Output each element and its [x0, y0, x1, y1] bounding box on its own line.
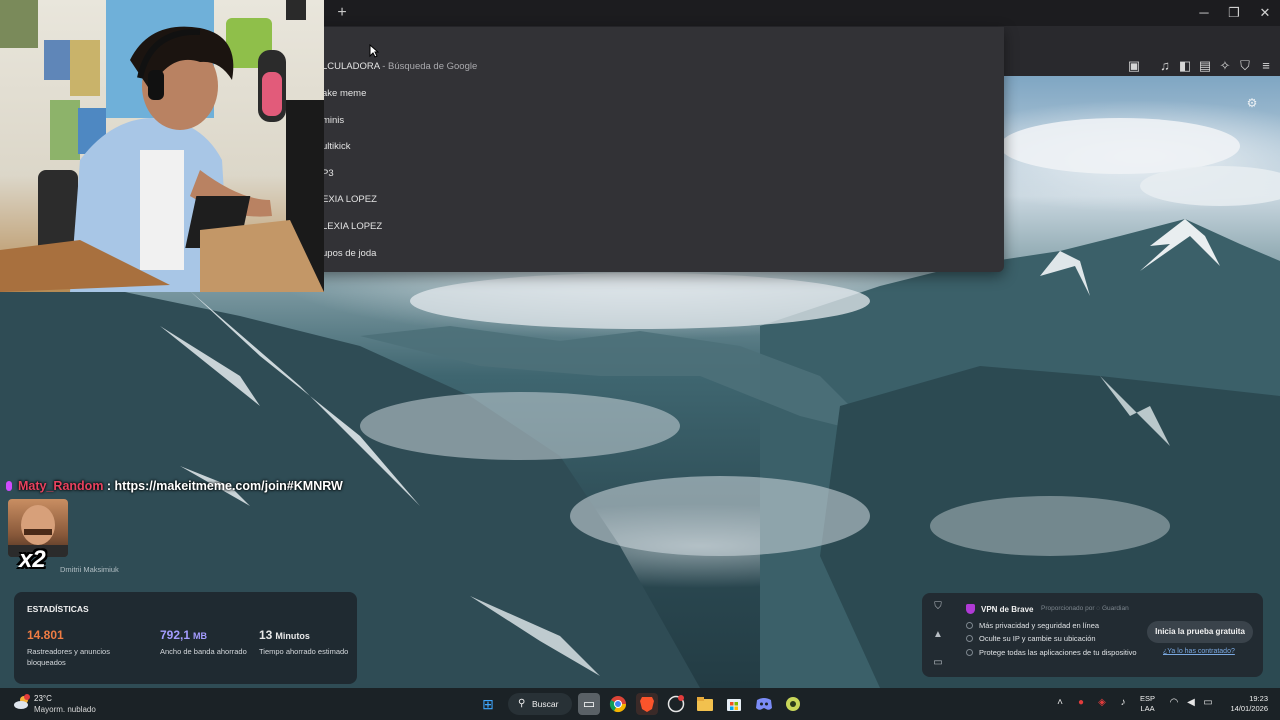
chat-message: Maty_Random : https://makeitmeme.com/joi… [6, 479, 343, 495]
vpn-feature: Oculte su IP y cambie su ubicación [966, 634, 1096, 643]
brave-icon[interactable] [636, 693, 658, 715]
suggestion-text: ake meme [322, 88, 367, 99]
vpn-title: VPN de Brave [981, 605, 1034, 614]
shield-icon[interactable]: ⛉ [932, 601, 944, 613]
app-icon[interactable] [782, 693, 804, 715]
vpn-feature: Protege todas las aplicaciones de tu dis… [966, 648, 1137, 657]
stat-value: 14.801 [27, 628, 64, 642]
sidebar-icon[interactable]: ◧ [1177, 58, 1193, 74]
obs-icon[interactable] [665, 693, 687, 715]
clock-date: 14/01/2026 [1230, 704, 1268, 713]
taskbar: 23°C Mayorm. nublado ⊞ ⚲ Buscar ▭ ˄ ● ◈ ♪… [0, 688, 1280, 720]
stat-value: 13 [259, 628, 273, 642]
restore-button[interactable]: ❐ [1225, 4, 1243, 22]
screenshot-icon[interactable]: ▣ [1126, 58, 1142, 74]
wallet-icon[interactable]: ▤ [1197, 58, 1213, 74]
chat-separator: : [103, 479, 115, 493]
stat-unit: MB [193, 631, 208, 641]
chat-text: https://makeitmeme.com/join#KMNRW [114, 479, 343, 493]
already-subscribed-link[interactable]: ¿Ya lo has contratado? [1163, 648, 1235, 655]
stat-value: 792,1 [160, 628, 191, 642]
video-icon[interactable]: ▭ [932, 657, 944, 669]
leo-ai-icon[interactable]: ✧ [1217, 58, 1233, 74]
file-explorer-icon[interactable] [694, 693, 716, 715]
weather-temperature[interactable]: 23°C [34, 694, 52, 703]
suggestion-text: EXIA LOPEZ [322, 194, 377, 205]
weather-description[interactable]: Mayorm. nublado [34, 705, 96, 714]
wifi-icon[interactable]: ◠ [1167, 696, 1181, 710]
task-view-icon[interactable]: ▭ [578, 693, 600, 715]
new-tab-button[interactable]: + [334, 4, 350, 22]
microphone-icon[interactable]: ♪ [1116, 696, 1130, 710]
suggestion-subtext: - Búsqueda de Google [382, 61, 478, 72]
search-label: Buscar [532, 699, 559, 709]
stats-title: ESTADÍSTICAS [27, 604, 89, 614]
weather-cloud-icon[interactable] [12, 693, 32, 713]
language-indicator[interactable]: ESP LAA [1140, 694, 1155, 714]
card-sidebar: ⛉ ▲ ▭ [922, 593, 954, 677]
check-icon [966, 622, 973, 629]
tray-app-icon[interactable]: ◈ [1095, 696, 1109, 710]
suggestion-item[interactable]: LCULADORA - Búsqueda de Google [322, 56, 477, 78]
suggestion-item[interactable]: ake meme [322, 83, 366, 105]
minimize-button[interactable]: ─ [1195, 4, 1213, 22]
mic-icon [6, 481, 12, 491]
vpn-feature: Más privacidad y seguridad en línea [966, 621, 1099, 630]
suggestion-item[interactable]: LEXIA LOPEZ [322, 216, 382, 238]
vpn-shield-icon[interactable]: ⛉ [1237, 58, 1253, 74]
chrome-icon[interactable] [607, 693, 629, 715]
vpn-feature-text: Más privacidad y seguridad en línea [979, 621, 1100, 630]
language-code: ESP [1140, 694, 1156, 703]
discord-icon[interactable] [753, 693, 775, 715]
start-trial-button[interactable]: Inicia la prueba gratuita [1147, 621, 1253, 643]
suggestion-item[interactable]: ultikick [322, 136, 351, 158]
close-button[interactable]: ✕ [1256, 4, 1274, 22]
taskbar-search[interactable]: ⚲ Buscar [508, 693, 572, 715]
stat-unit: Minutos [275, 631, 310, 641]
tray-app-icon[interactable]: ● [1074, 696, 1088, 710]
microsoft-store-icon[interactable] [723, 693, 745, 715]
vpn-feature-text: Oculte su IP y cambie su ubicación [979, 634, 1096, 643]
stat-label: Tiempo ahorrado estimado [259, 647, 349, 656]
stat-label: Rastreadores y anuncios bloqueados [27, 647, 110, 667]
check-icon [966, 635, 973, 642]
mouse-cursor-icon [369, 44, 379, 58]
stat-time: 13 Minutos Tiempo ahorrado estimado [259, 626, 351, 658]
meme-multiplier: x2 [19, 546, 46, 573]
stat-trackers: 14.801 Rastreadores y anuncios bloqueado… [27, 626, 119, 668]
start-button[interactable]: ⊞ [477, 693, 499, 715]
stat-label: Ancho de banda ahorrado [160, 647, 247, 656]
suggestion-item[interactable]: minis [322, 110, 344, 132]
vpn-provider: Proporcionado por ◌ Guardian [1041, 605, 1129, 612]
suggestion-item[interactable]: EXIA LOPEZ [322, 189, 377, 211]
photo-credit: Dmitrii Maksimiuk [60, 565, 119, 574]
chevron-up-icon[interactable]: ˄ [1053, 696, 1067, 710]
suggestion-item[interactable]: upos de joda [322, 243, 376, 265]
suggestion-text: LCULADORA [322, 61, 380, 72]
music-icon[interactable]: ♫ [1157, 58, 1173, 74]
vpn-logo-icon [966, 604, 975, 614]
clock-time: 19:23 [1249, 694, 1268, 703]
warning-icon[interactable]: ▲ [932, 629, 944, 641]
check-icon [966, 649, 973, 656]
keyboard-layout: LAA [1140, 704, 1155, 713]
suggestion-text: ultikick [322, 141, 351, 152]
system-clock[interactable]: 19:23 14/01/2026 [1224, 694, 1268, 714]
stat-bandwidth: 792,1 MB Ancho de banda ahorrado [160, 626, 252, 658]
webcam-feed [0, 0, 324, 292]
search-icon: ⚲ [518, 698, 526, 709]
stats-widget: ESTADÍSTICAS 14.801 Rastreadores y anunc… [14, 592, 357, 684]
menu-icon[interactable]: ≡ [1258, 58, 1274, 74]
omnibox-suggestions: LCULADORA - Búsqueda de Google ake meme … [300, 27, 1004, 272]
chat-username: Maty_Random [18, 479, 104, 493]
volume-icon[interactable]: ◀ [1184, 696, 1198, 710]
suggestion-text: upos de joda [322, 248, 377, 259]
vpn-promo-card: ⛉ ▲ ▭ VPN de Brave Proporcionado por ◌ G… [922, 593, 1263, 677]
gear-icon[interactable]: ⚙ [1245, 96, 1259, 110]
vpn-feature-text: Protege todas las aplicaciones de tu dis… [979, 648, 1137, 657]
battery-icon[interactable]: ▭ [1201, 696, 1215, 710]
suggestion-text: LEXIA LOPEZ [322, 221, 383, 232]
suggestion-text: minis [322, 115, 345, 126]
